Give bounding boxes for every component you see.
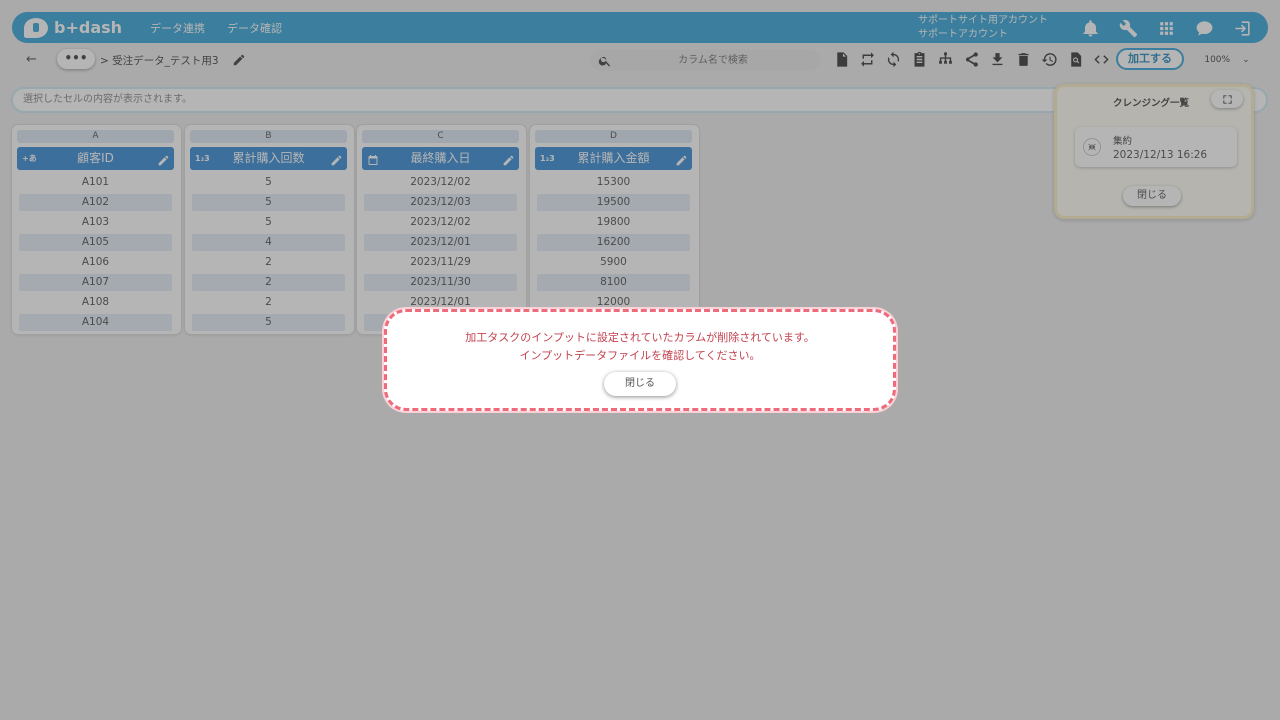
error-dialog: 加工タスクのインプットに設定されていたカラムが削除されています。 インプットデー…: [384, 309, 896, 411]
error-message-line2: インプットデータファイルを確認してください。: [519, 349, 761, 362]
error-message-line1: 加工タスクのインプットに設定されていたカラムが削除されています。: [465, 331, 815, 344]
dialog-close-button[interactable]: 閉じる: [604, 372, 676, 396]
